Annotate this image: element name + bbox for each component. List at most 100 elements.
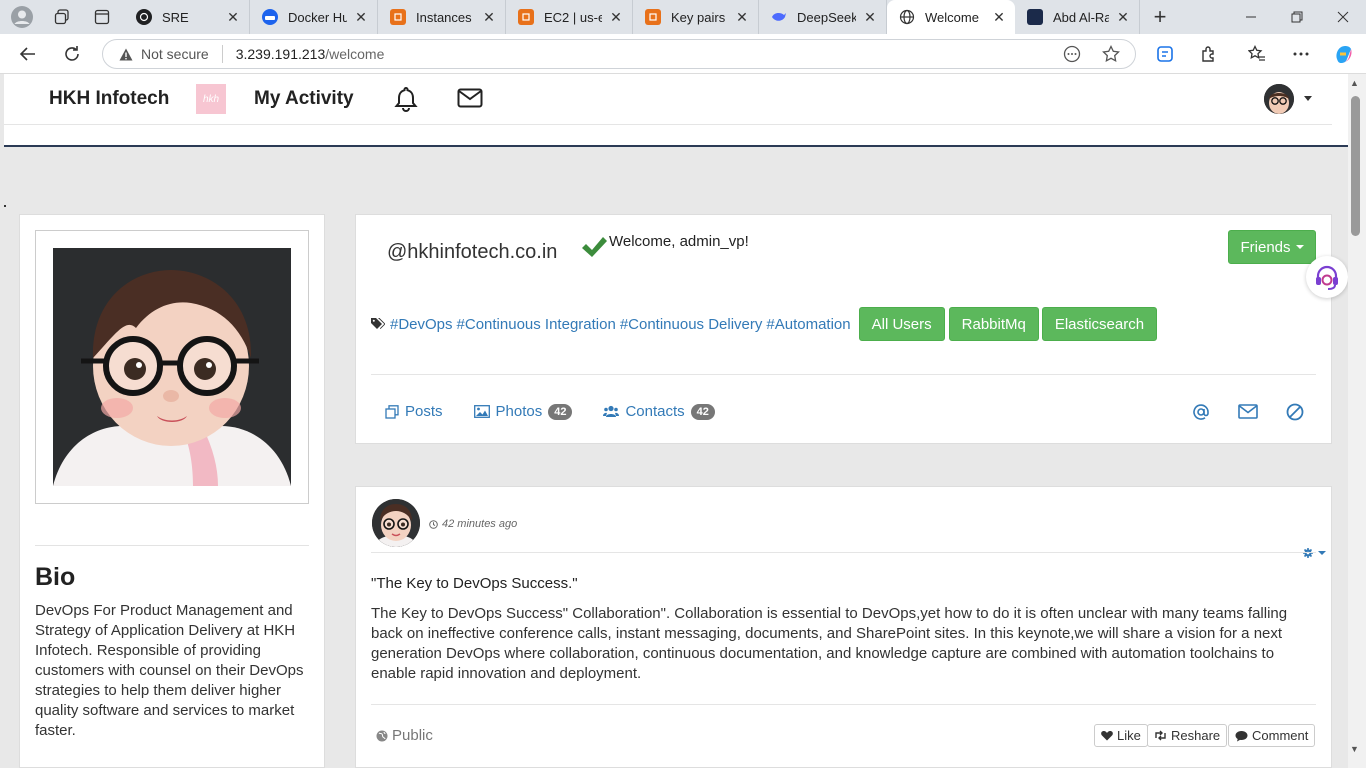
tab-sre[interactable]: SRE ✕ xyxy=(124,0,250,34)
close-icon[interactable]: ✕ xyxy=(481,9,497,26)
scroll-down-arrow[interactable]: ▼ xyxy=(1350,744,1359,754)
tab-abd-al-rahman[interactable]: Abd Al-Rahman ✕ xyxy=(1015,0,1140,34)
back-button[interactable] xyxy=(8,34,48,74)
close-icon[interactable]: ✕ xyxy=(1115,9,1131,26)
caret-down-icon xyxy=(1318,551,1326,555)
favorite-star-icon[interactable] xyxy=(1102,45,1120,63)
contacts-link[interactable]: Contacts 42 xyxy=(603,403,715,420)
gears-icon xyxy=(1303,547,1315,559)
warning-icon[interactable] xyxy=(119,48,133,61)
envelope-icon[interactable] xyxy=(457,88,483,108)
tab-deepseek[interactable]: DeepSeek - Into the Unknown ✕ xyxy=(759,0,887,34)
close-icon[interactable]: ✕ xyxy=(225,9,241,26)
url-field[interactable]: Not secure 3.239.191.213/welcome xyxy=(102,39,1136,69)
tab-welcome[interactable]: Welcome ✕ xyxy=(887,0,1015,34)
restore-button[interactable] xyxy=(1274,0,1320,34)
close-icon[interactable]: ✕ xyxy=(608,9,624,26)
user-avatar[interactable] xyxy=(1264,84,1294,114)
tab-ec2-us-east[interactable]: EC2 | us-east-1 ✕ xyxy=(506,0,633,34)
profile-sidebar-card: Bio DevOps For Product Management and St… xyxy=(19,214,325,768)
post-body: The Key to DevOps Success" Collaboration… xyxy=(371,605,1288,682)
refresh-button[interactable] xyxy=(52,34,92,74)
navbar-inner: HKH Infotech hkh My Activity xyxy=(4,74,1332,125)
like-button[interactable]: Like xyxy=(1094,724,1148,747)
minimize-button[interactable] xyxy=(1228,0,1274,34)
picture-icon xyxy=(473,405,490,418)
tab-docker-hub[interactable]: Docker Hub ✕ xyxy=(250,0,378,34)
post-timestamp: 42 minutes ago xyxy=(429,518,517,530)
heart-icon xyxy=(1101,731,1113,741)
tag-link[interactable]: #Automation xyxy=(766,316,850,333)
bio-text: DevOps For Product Management and Strate… xyxy=(35,602,304,739)
close-icon[interactable]: ✕ xyxy=(991,9,1007,26)
close-icon[interactable]: ✕ xyxy=(862,9,878,26)
close-window-button[interactable] xyxy=(1320,0,1366,34)
post-header-separator xyxy=(371,552,1316,553)
profile-separator xyxy=(371,374,1316,375)
copilot-icon[interactable] xyxy=(1328,38,1360,70)
copy-icon xyxy=(385,404,399,419)
all-users-button[interactable]: All Users xyxy=(858,307,945,341)
brand-link[interactable]: HKH Infotech xyxy=(49,88,169,110)
globe-icon xyxy=(899,9,915,25)
post-options-menu[interactable] xyxy=(1303,547,1326,559)
block-icon[interactable] xyxy=(1286,403,1304,421)
at-sign-icon[interactable] xyxy=(1192,403,1210,421)
profile-icon[interactable] xyxy=(0,0,44,34)
profile-header-card: @hkhinfotech.co.in Welcome, admin_vp! Fr… xyxy=(355,214,1332,444)
reading-mode-icon[interactable] xyxy=(1063,45,1081,63)
tab-key-pairs[interactable]: Key pairs | EC2 ✕ xyxy=(633,0,759,34)
headset-icon xyxy=(1316,265,1338,290)
browser-tab-bar: SRE ✕ Docker Hub ✕ Instances | EC2 ✕ EC2… xyxy=(0,0,1366,34)
hkh-logo[interactable]: hkh xyxy=(196,84,226,114)
photos-link[interactable]: Photos 42 xyxy=(473,403,573,420)
more-menu-icon[interactable] xyxy=(1285,38,1317,70)
help-chat-widget[interactable] xyxy=(1306,256,1348,298)
tag-link[interactable]: #Continuous Integration xyxy=(457,316,616,333)
posts-link[interactable]: Posts xyxy=(385,403,443,420)
tab-instances-ec2[interactable]: Instances | EC2 ✕ xyxy=(378,0,506,34)
post-visibility: Public xyxy=(376,727,433,744)
reshare-button[interactable]: Reshare xyxy=(1147,724,1228,747)
docker-icon xyxy=(262,9,278,25)
scrollbar-thumb[interactable] xyxy=(1351,96,1360,236)
bell-icon[interactable] xyxy=(394,86,418,112)
profile-photo[interactable] xyxy=(53,248,291,486)
my-activity-link[interactable]: My Activity xyxy=(254,88,354,110)
tag-link[interactable]: #DevOps xyxy=(390,316,453,333)
rabbitmq-button[interactable]: RabbitMq xyxy=(948,307,1039,341)
friends-dropdown-button[interactable]: Friends xyxy=(1228,230,1316,264)
new-tab-button[interactable]: + xyxy=(1140,0,1180,34)
favorites-icon[interactable] xyxy=(1241,38,1273,70)
aws-icon xyxy=(518,9,534,25)
chatgpt-icon xyxy=(136,9,152,25)
tag-link[interactable]: #Continuous Delivery xyxy=(620,316,763,333)
post-author-avatar[interactable] xyxy=(372,499,420,547)
globe-icon xyxy=(376,730,388,742)
clock-icon xyxy=(429,519,438,529)
envelope-icon[interactable] xyxy=(1238,404,1258,419)
chevron-down-icon[interactable] xyxy=(1304,96,1312,101)
bio-title: Bio xyxy=(35,563,76,591)
close-icon[interactable]: ✕ xyxy=(353,9,369,26)
tags-row: #DevOps #Continuous Integration #Continu… xyxy=(371,307,1158,341)
profile-handle: @hkhinfotech.co.in xyxy=(387,241,558,263)
aws-icon xyxy=(390,9,406,25)
site-navbar: HKH Infotech hkh My Activity xyxy=(4,74,1348,147)
address-bar-row: Not secure 3.239.191.213/welcome xyxy=(0,34,1366,74)
workspaces-icon[interactable] xyxy=(44,0,80,34)
vertical-tabs-icon[interactable] xyxy=(80,0,124,34)
not-secure-label[interactable]: Not secure xyxy=(141,46,209,62)
url-divider xyxy=(221,45,223,63)
elasticsearch-button[interactable]: Elasticsearch xyxy=(1041,307,1158,341)
profile-icon xyxy=(1027,9,1043,25)
url-text[interactable]: 3.239.191.213/welcome xyxy=(236,46,385,62)
verified-check-icon xyxy=(580,235,608,259)
scroll-up-arrow[interactable]: ▲ xyxy=(1350,78,1359,88)
bio-separator xyxy=(35,545,309,546)
comment-button[interactable]: Comment xyxy=(1228,724,1316,747)
users-icon xyxy=(603,405,620,418)
collections-icon[interactable] xyxy=(1149,38,1181,70)
close-icon[interactable]: ✕ xyxy=(734,9,750,26)
extensions-icon[interactable] xyxy=(1193,38,1225,70)
